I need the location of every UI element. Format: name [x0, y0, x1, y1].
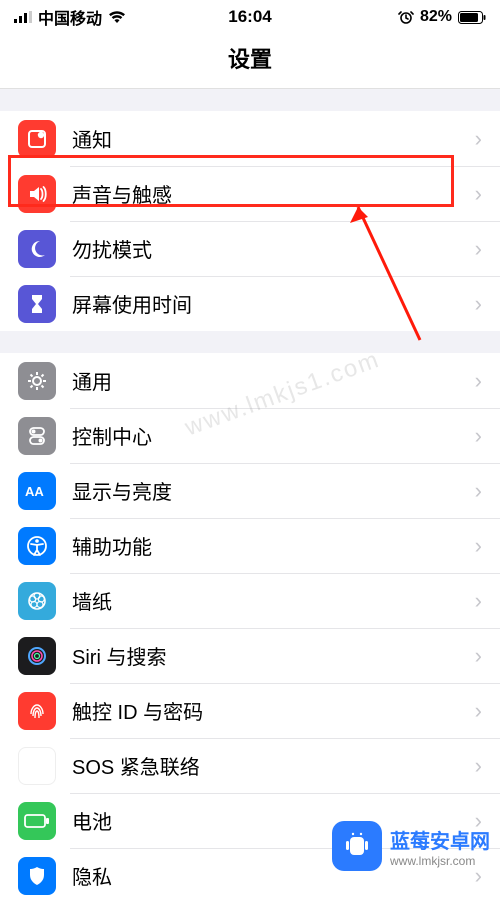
brand-url: www.lmkjsr.com [390, 854, 490, 868]
brand-badge: 蓝莓安卓网 www.lmkjsr.com [332, 821, 490, 871]
status-time: 16:04 [228, 7, 271, 27]
wifi-icon [108, 11, 126, 24]
display-icon: AA [18, 472, 56, 510]
chevron-right-icon: › [475, 643, 482, 669]
row-label: 通用 [72, 366, 475, 395]
chevron-right-icon: › [475, 533, 482, 559]
screentime-icon [18, 285, 56, 323]
battery-settings-icon [18, 802, 56, 840]
general-icon [18, 362, 56, 400]
row-label: 勿扰模式 [72, 234, 475, 263]
status-left: 中国移动 [14, 5, 126, 29]
siri-icon [18, 637, 56, 675]
chevron-right-icon: › [475, 588, 482, 614]
battery-pct: 82% [420, 8, 452, 26]
row-label: 控制中心 [72, 421, 475, 450]
row-wallpaper[interactable]: 墙纸 › [0, 573, 500, 628]
chevron-right-icon: › [475, 236, 482, 262]
row-label: 声音与触感 [72, 179, 475, 208]
row-accessibility[interactable]: 辅助功能 › [0, 518, 500, 573]
row-label: 通知 [72, 124, 475, 153]
touchid-icon [18, 692, 56, 730]
row-label: SOS 紧急联络 [72, 751, 475, 780]
page-title: 设置 [0, 34, 500, 89]
row-controlcenter[interactable]: 控制中心 › [0, 408, 500, 463]
row-label: 显示与亮度 [72, 476, 475, 505]
dnd-icon [18, 230, 56, 268]
status-right: 82% [398, 8, 486, 26]
row-general[interactable]: 通用 › [0, 353, 500, 408]
svg-text:AA: AA [25, 484, 44, 499]
alarm-icon [398, 9, 414, 25]
row-sos[interactable]: SOS SOS 紧急联络 › [0, 738, 500, 793]
chevron-right-icon: › [475, 368, 482, 394]
row-sounds[interactable]: 声音与触感 › [0, 166, 500, 221]
chevron-right-icon: › [475, 126, 482, 152]
status-bar: 中国移动 16:04 82% [0, 0, 500, 34]
accessibility-icon [18, 527, 56, 565]
brand-name: 蓝莓安卓网 [390, 825, 490, 854]
carrier-label: 中国移动 [38, 5, 102, 29]
row-label: 屏幕使用时间 [72, 289, 475, 318]
settings-group-1: 通知 › 声音与触感 › 勿扰模式 › 屏幕使用时间 › [0, 111, 500, 331]
controlcenter-icon [18, 417, 56, 455]
chevron-right-icon: › [475, 478, 482, 504]
row-display[interactable]: AA 显示与亮度 › [0, 463, 500, 518]
row-label: 触控 ID 与密码 [72, 696, 475, 725]
row-label: Siri 与搜索 [72, 641, 475, 670]
chevron-right-icon: › [475, 291, 482, 317]
privacy-icon [18, 857, 56, 895]
wallpaper-icon [18, 582, 56, 620]
chevron-right-icon: › [475, 423, 482, 449]
row-label: 辅助功能 [72, 531, 475, 560]
row-dnd[interactable]: 勿扰模式 › [0, 221, 500, 276]
chevron-right-icon: › [475, 698, 482, 724]
row-touchid[interactable]: 触控 ID 与密码 › [0, 683, 500, 738]
row-screentime[interactable]: 屏幕使用时间 › [0, 276, 500, 331]
chevron-right-icon: › [475, 181, 482, 207]
row-notifications[interactable]: 通知 › [0, 111, 500, 166]
sounds-icon [18, 175, 56, 213]
row-siri[interactable]: Siri 与搜索 › [0, 628, 500, 683]
chevron-right-icon: › [475, 753, 482, 779]
notifications-icon [18, 120, 56, 158]
sos-icon: SOS [18, 747, 56, 785]
signal-icon [14, 11, 32, 23]
brand-logo-icon [332, 821, 382, 871]
battery-icon [458, 11, 486, 24]
row-label: 墙纸 [72, 586, 475, 615]
